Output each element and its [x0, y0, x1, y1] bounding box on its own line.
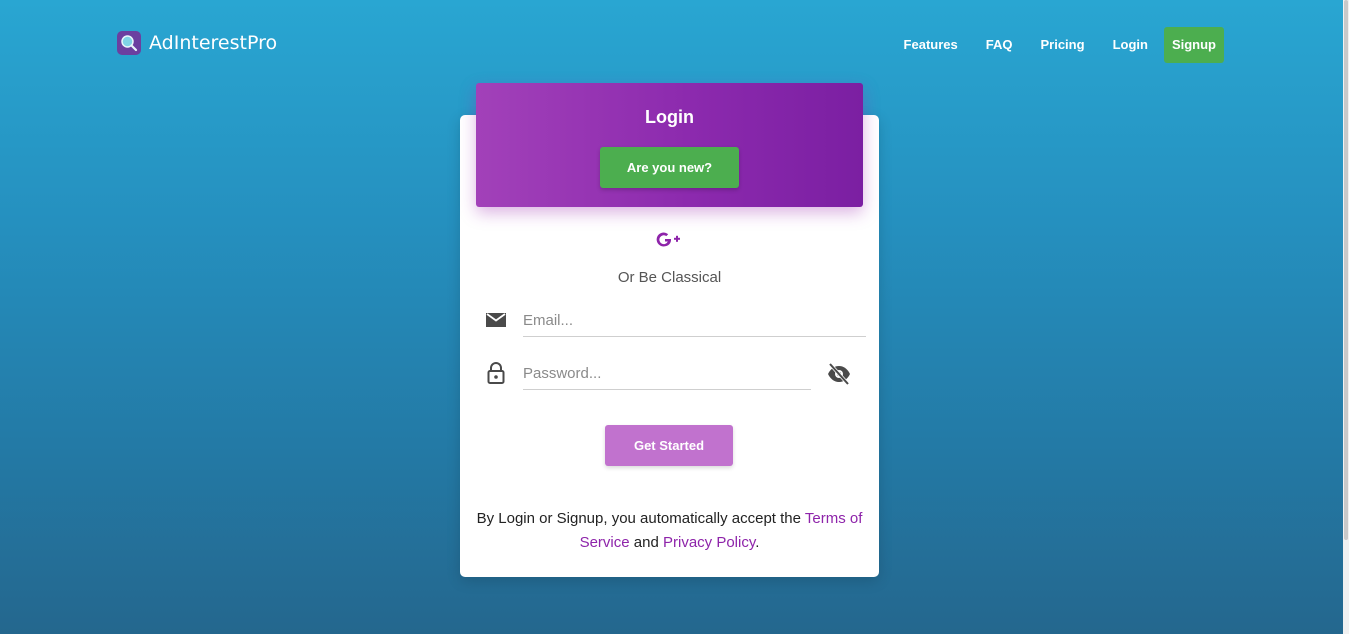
terms-prefix: By Login or Signup, you automatically ac…	[476, 510, 805, 527]
nav-login[interactable]: Login	[1099, 27, 1162, 63]
eye-off-icon[interactable]	[826, 361, 852, 387]
are-you-new-button[interactable]: Are you new?	[600, 147, 739, 188]
brand[interactable]: AdInterestPro	[117, 31, 277, 55]
nav-pricing[interactable]: Pricing	[1026, 27, 1098, 63]
get-started-button[interactable]: Get Started	[605, 425, 733, 466]
brand-name: AdInterestPro	[149, 32, 278, 54]
email-icon	[484, 308, 508, 332]
terms-suffix: .	[755, 534, 760, 551]
email-input[interactable]	[523, 304, 866, 337]
nav-features[interactable]: Features	[890, 27, 972, 63]
lock-icon	[484, 361, 508, 385]
signup-button[interactable]: Signup	[1163, 27, 1224, 63]
login-title: Login	[645, 107, 694, 127]
terms-text: By Login or Signup, you automatically ac…	[470, 507, 869, 555]
terms-middle: and	[629, 534, 663, 551]
or-be-classical-text: Or Be Classical	[617, 269, 722, 286]
password-input[interactable]	[523, 357, 811, 390]
login-card-header: Login Are you new?	[476, 83, 863, 207]
scrollbar-thumb[interactable]	[1344, 0, 1348, 540]
magnifier-logo-icon	[117, 31, 141, 55]
nav-faq[interactable]: FAQ	[972, 27, 1027, 63]
top-nav: Features FAQ Pricing Login Signup	[890, 27, 1224, 63]
privacy-policy-link[interactable]: Privacy Policy	[663, 534, 755, 551]
google-plus-icon[interactable]	[652, 229, 682, 251]
page-scrollbar[interactable]	[1343, 0, 1349, 634]
